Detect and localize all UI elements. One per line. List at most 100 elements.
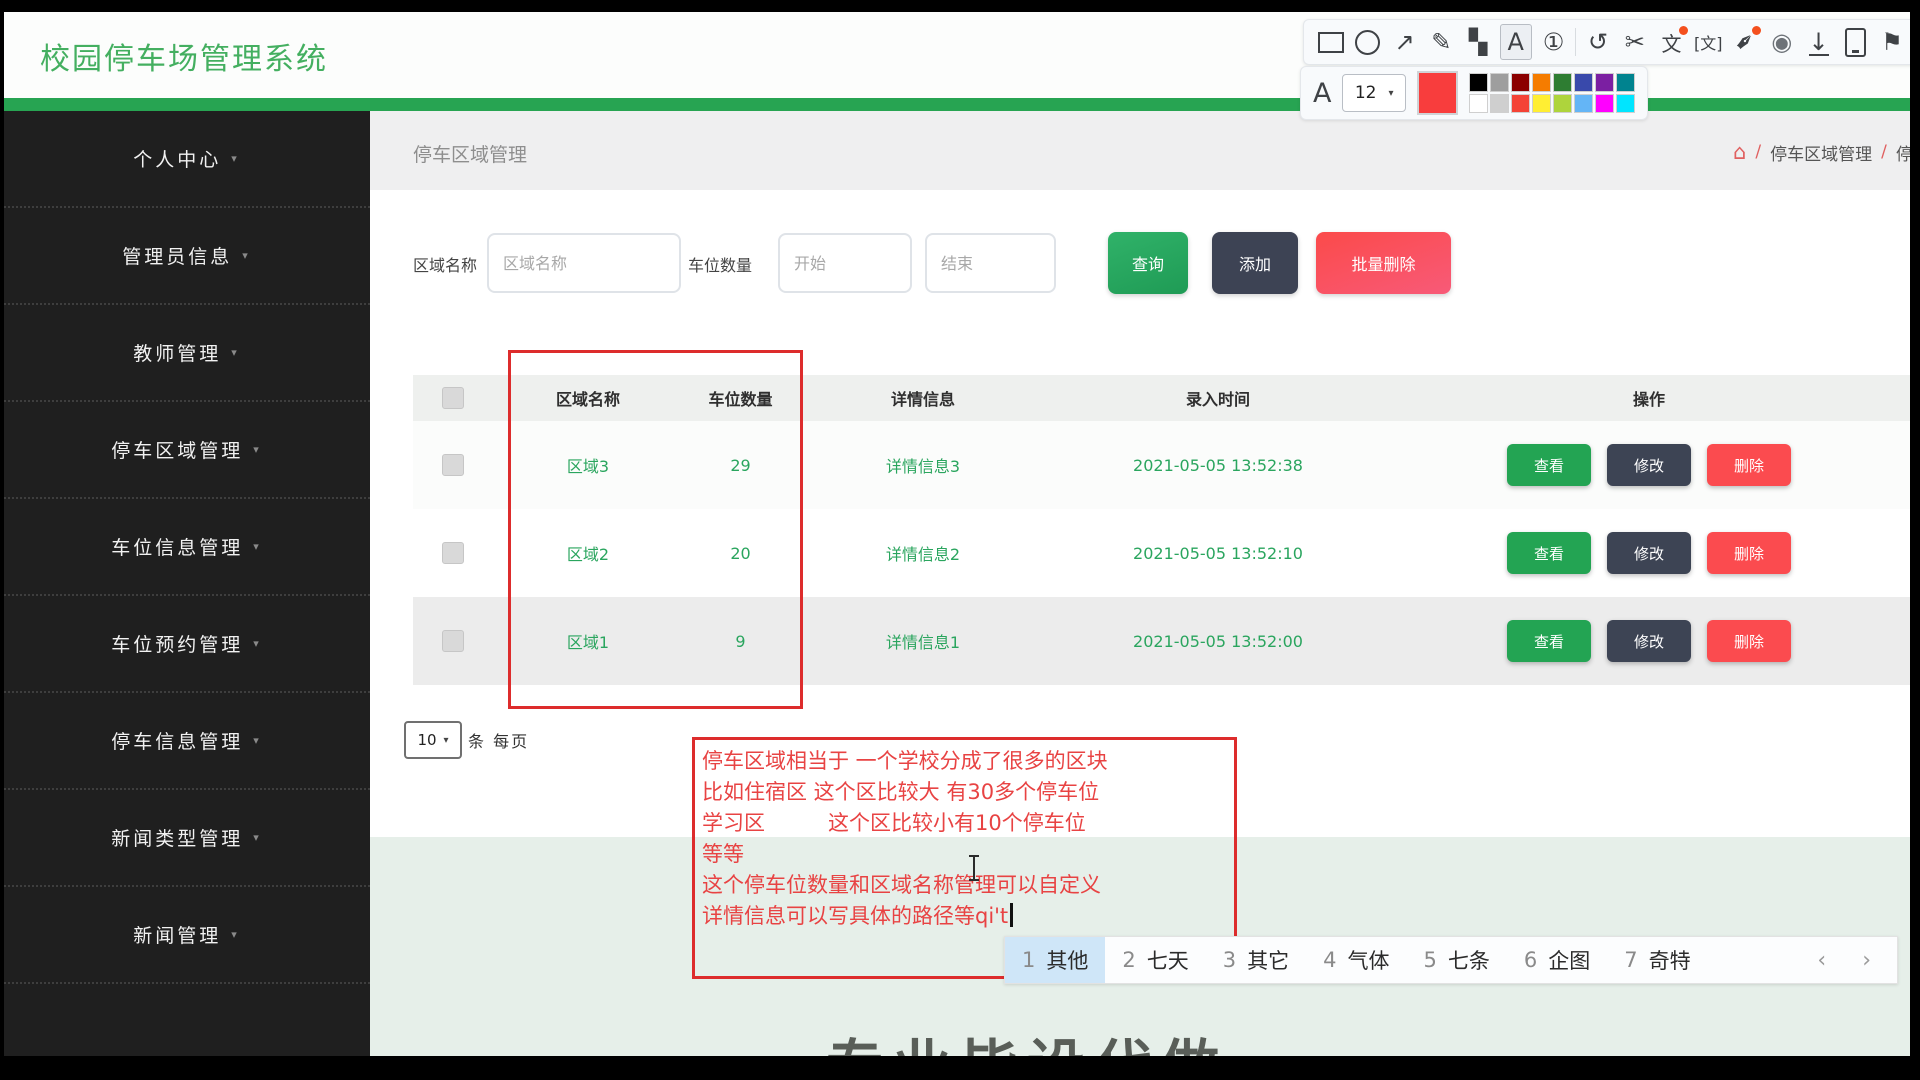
- edit-button[interactable]: 修改: [1607, 620, 1691, 662]
- device-button[interactable]: [1840, 25, 1870, 59]
- note-line: 停车区域相当于 一个学校分成了很多的区块: [702, 746, 1227, 777]
- ime-next-icon[interactable]: ›: [1862, 948, 1871, 973]
- select-all-checkbox[interactable]: [442, 387, 464, 409]
- palette-color-2[interactable]: [1511, 73, 1530, 92]
- sidebar-item-label: 新闻类型管理: [111, 824, 243, 851]
- cell-detail: 详情信息2: [798, 541, 1048, 565]
- ellipse-tool-button[interactable]: [1353, 25, 1383, 59]
- font-size-select[interactable]: 12 ▾: [1342, 74, 1405, 112]
- breadcrumb: ⌂ / 停车区域管理 / 停车区域管理: [1733, 138, 1910, 166]
- palette-color-10[interactable]: [1511, 94, 1530, 113]
- palette-color-8[interactable]: [1469, 94, 1488, 113]
- column-header: 操作: [1388, 386, 1910, 410]
- ime-candidate[interactable]: 6 企图: [1507, 937, 1607, 983]
- notification-badge: [1752, 26, 1761, 35]
- sidebar-item-space-booking-mgmt[interactable]: 车位预约管理 ▾: [0, 596, 370, 693]
- palette-color-4[interactable]: [1553, 73, 1572, 92]
- breadcrumb-separator: /: [1755, 142, 1761, 162]
- breadcrumb-item[interactable]: 停车区域管理: [1770, 140, 1872, 165]
- sidebar-item-news-mgmt[interactable]: 新闻管理 ▾: [0, 887, 370, 984]
- add-button[interactable]: 添加: [1212, 232, 1298, 294]
- download-icon: ↓: [1809, 28, 1829, 56]
- ime-candidate[interactable]: 1 其他: [1005, 937, 1105, 983]
- palette-color-14[interactable]: [1595, 94, 1614, 113]
- arrow-tool-button[interactable]: ↗: [1390, 25, 1420, 59]
- cell-detail: 详情信息1: [798, 629, 1048, 653]
- current-color-swatch[interactable]: [1417, 71, 1458, 115]
- page-size-select[interactable]: 10 ▾: [404, 721, 462, 759]
- ime-candidate[interactable]: 5 七条: [1407, 937, 1507, 983]
- sidebar-item-label: 教师管理: [133, 339, 221, 366]
- home-icon[interactable]: ⌂: [1733, 140, 1746, 164]
- edit-button[interactable]: 修改: [1607, 444, 1691, 486]
- row-checkbox[interactable]: [442, 630, 464, 652]
- sidebar-item-teacher-mgmt[interactable]: 教师管理 ▾: [0, 305, 370, 402]
- sidebar-item-label: 车位信息管理: [111, 533, 243, 560]
- count-end-input[interactable]: [925, 233, 1056, 293]
- text-caret: [1010, 903, 1013, 927]
- note-line: 详情信息可以写具体的路径等qi't: [702, 901, 1227, 932]
- palette-color-6[interactable]: [1595, 73, 1614, 92]
- delete-button[interactable]: 删除: [1707, 444, 1791, 486]
- ibeam-cursor: [966, 854, 982, 882]
- palette-color-1[interactable]: [1490, 73, 1509, 92]
- row-checkbox[interactable]: [442, 454, 464, 476]
- device-icon: [1845, 28, 1866, 57]
- ime-candidate[interactable]: 7 奇特: [1607, 937, 1707, 983]
- sidebar-item-admin-info[interactable]: 管理员信息 ▾: [0, 208, 370, 305]
- view-button[interactable]: 查看: [1507, 620, 1591, 662]
- chevron-down-icon: ▾: [253, 734, 259, 747]
- mosaic-icon: ▚: [1469, 28, 1487, 56]
- ocr-button[interactable]: [文]: [1693, 25, 1723, 59]
- chevron-down-icon: ▾: [231, 928, 237, 941]
- notification-badge: [1679, 26, 1688, 35]
- delete-button[interactable]: 删除: [1707, 532, 1791, 574]
- ime-candidate[interactable]: 2 七天: [1105, 937, 1205, 983]
- sidebar-item-parking-info-mgmt[interactable]: 停车信息管理 ▾: [0, 693, 370, 790]
- annotation-note[interactable]: 停车区域相当于 一个学校分成了很多的区块 比如住宿区 这个区比较大 有30多个停…: [702, 746, 1227, 932]
- rectangle-tool-button[interactable]: [1316, 25, 1346, 59]
- app-title: 校园停车场管理系统: [40, 34, 328, 78]
- palette-color-11[interactable]: [1532, 94, 1551, 113]
- sidebar-item-parking-area-mgmt[interactable]: 停车区域管理 ▾: [0, 402, 370, 499]
- sidebar-item-news-type-mgmt[interactable]: 新闻类型管理 ▾: [0, 790, 370, 887]
- text-tool-button[interactable]: A: [1500, 24, 1532, 60]
- record-button[interactable]: ◉: [1767, 25, 1797, 59]
- counter-tool-button[interactable]: ①: [1539, 25, 1569, 59]
- pin-button[interactable]: ✒: [1730, 25, 1760, 59]
- mosaic-tool-button[interactable]: ▚: [1463, 25, 1493, 59]
- view-button[interactable]: 查看: [1507, 444, 1591, 486]
- delete-button[interactable]: 删除: [1707, 620, 1791, 662]
- pencil-tool-button[interactable]: ✎: [1426, 25, 1456, 59]
- ime-candidate[interactable]: 3 其它: [1206, 937, 1306, 983]
- palette-color-3[interactable]: [1532, 73, 1551, 92]
- breadcrumb-item[interactable]: 停车区域管理: [1896, 140, 1910, 165]
- ime-prev-icon[interactable]: ‹: [1817, 948, 1826, 973]
- count-start-input[interactable]: [778, 233, 912, 293]
- translate-button[interactable]: 文: [1657, 25, 1687, 59]
- annotator-text-options: A 12 ▾: [1300, 66, 1648, 120]
- rectangle-icon: [1318, 32, 1344, 53]
- batch-delete-button[interactable]: 批量删除: [1316, 232, 1451, 294]
- save-button[interactable]: ↓: [1804, 25, 1834, 59]
- edit-button[interactable]: 修改: [1607, 532, 1691, 574]
- palette-color-9[interactable]: [1490, 94, 1509, 113]
- palette-color-5[interactable]: [1574, 73, 1593, 92]
- ime-candidate[interactable]: 4 气体: [1306, 937, 1406, 983]
- palette-color-12[interactable]: [1553, 94, 1572, 113]
- cut-button[interactable]: ✂: [1620, 25, 1650, 59]
- sidebar-item-space-info-mgmt[interactable]: 车位信息管理 ▾: [0, 499, 370, 596]
- sidebar-item-personal-center[interactable]: 个人中心 ▾: [0, 111, 370, 208]
- flag-button[interactable]: ⚑: [1877, 25, 1907, 59]
- view-button[interactable]: 查看: [1507, 532, 1591, 574]
- search-button[interactable]: 查询: [1108, 232, 1188, 294]
- row-checkbox[interactable]: [442, 542, 464, 564]
- sidebar-item-label: 停车信息管理: [111, 727, 243, 754]
- region-name-input[interactable]: [487, 233, 681, 293]
- palette-color-15[interactable]: [1616, 94, 1635, 113]
- palette-color-0[interactable]: [1469, 73, 1488, 92]
- letterbox-top: [0, 0, 1920, 12]
- palette-color-7[interactable]: [1616, 73, 1635, 92]
- undo-button[interactable]: ↺: [1583, 25, 1613, 59]
- palette-color-13[interactable]: [1574, 94, 1593, 113]
